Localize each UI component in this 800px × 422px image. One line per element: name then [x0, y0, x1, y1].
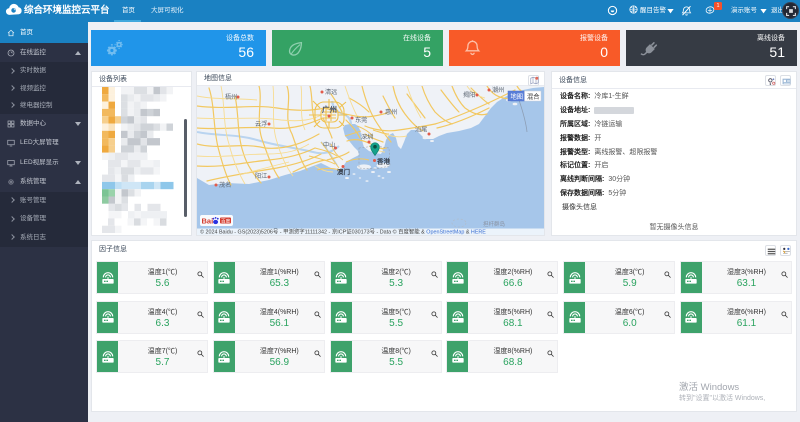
svg-text:汕尾: 汕尾: [415, 126, 427, 134]
svg-text:揭阳: 揭阳: [463, 91, 475, 99]
svg-text:地图: 地图: [511, 92, 524, 101]
svg-text:广州: 广州: [322, 104, 337, 114]
svg-text:中山: 中山: [323, 141, 335, 149]
svg-text:清远: 清远: [325, 88, 337, 96]
svg-text:惠州: 惠州: [385, 108, 397, 116]
svg-text:香港: 香港: [377, 157, 391, 166]
svg-text:深圳: 深圳: [361, 133, 373, 141]
svg-text:混合: 混合: [527, 92, 540, 101]
svg-text:东莞: 东莞: [355, 116, 367, 124]
svg-text:梧州: 梧州: [225, 93, 237, 101]
svg-text:担杆群岛: 担杆群岛: [483, 220, 506, 228]
svg-text:澳门: 澳门: [337, 167, 351, 176]
svg-text:潮州: 潮州: [492, 86, 504, 94]
svg-text:Bai: Bai: [202, 217, 214, 226]
svg-text:百度: 百度: [221, 218, 231, 225]
svg-text:茂名: 茂名: [219, 181, 231, 189]
svg-text:云浮: 云浮: [255, 120, 267, 128]
svg-text:© 2024 Baidu - GS(2023)5206号 -: © 2024 Baidu - GS(2023)5206号 - 甲测资字11111…: [200, 228, 486, 235]
svg-text:阳江: 阳江: [255, 172, 267, 180]
